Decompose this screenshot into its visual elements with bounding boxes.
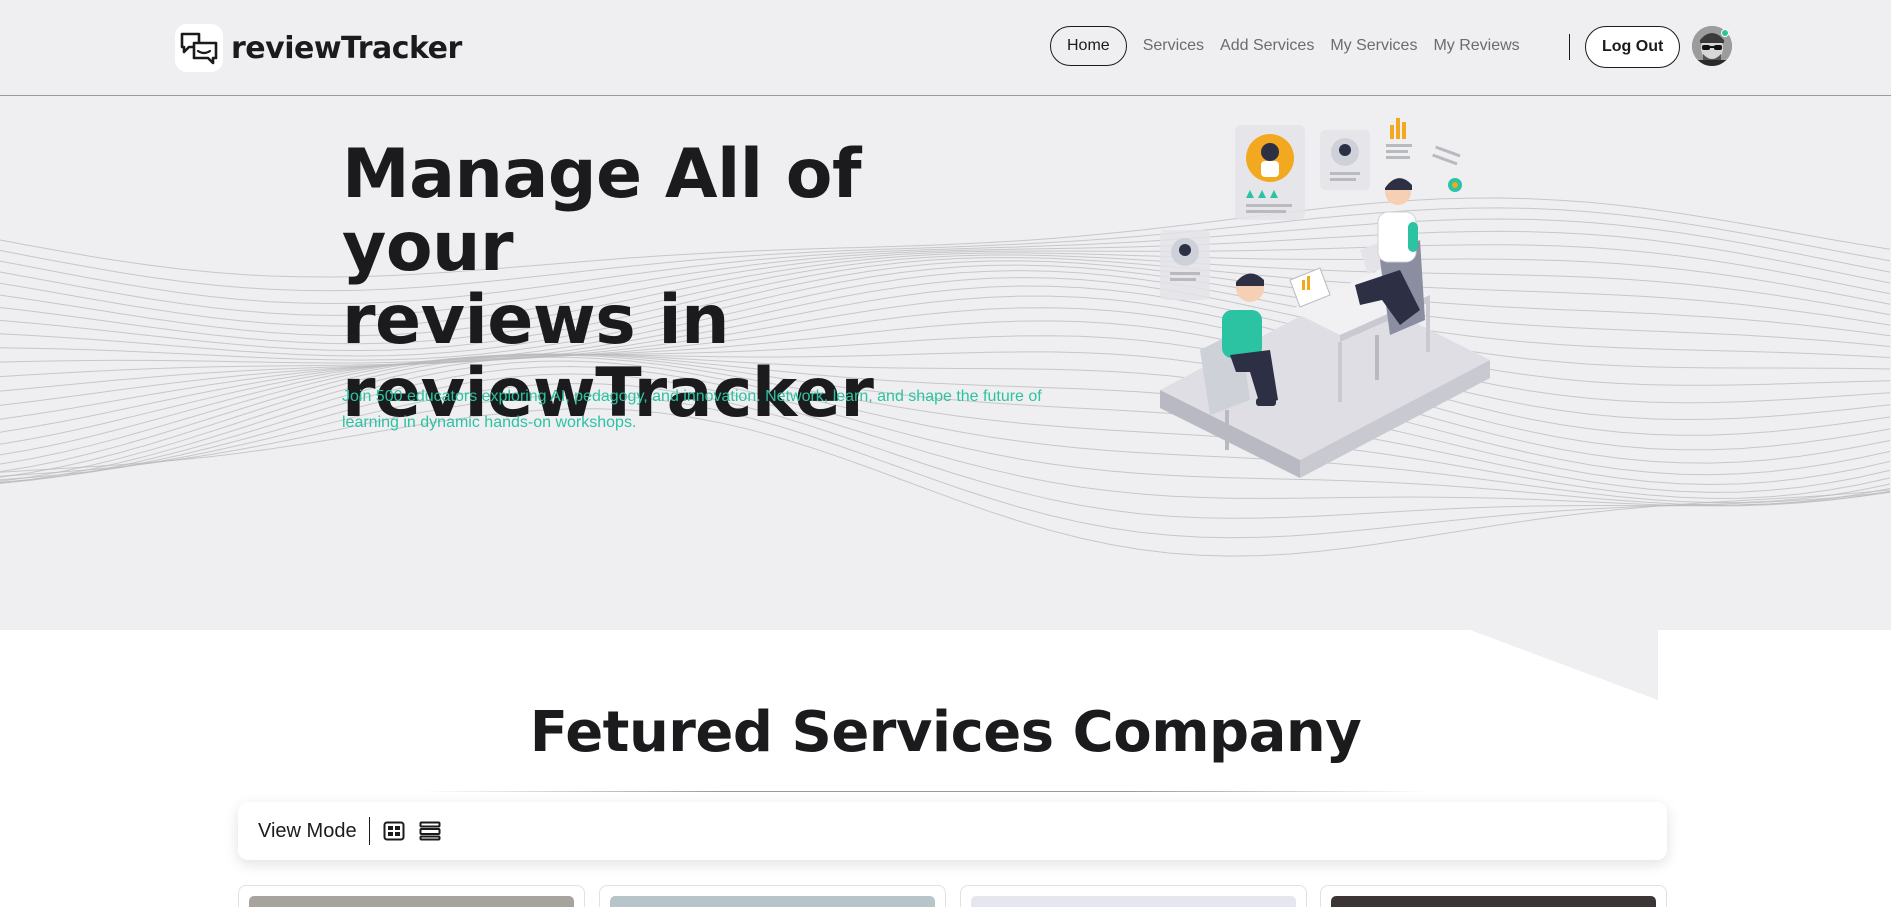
- brand-name: reviewTracker: [231, 30, 462, 66]
- service-card[interactable]: [1320, 885, 1667, 907]
- chat-bubbles-logo-icon: [175, 24, 223, 72]
- nav-links: Home Services Add Services My Services M…: [1050, 26, 1520, 66]
- view-mode-bar: View Mode: [238, 802, 1667, 860]
- service-card[interactable]: [960, 885, 1307, 907]
- nav-link-my-services[interactable]: My Services: [1330, 37, 1417, 55]
- service-card[interactable]: [238, 885, 585, 907]
- view-mode-label: View Mode: [258, 819, 357, 842]
- online-status-dot: [1721, 29, 1729, 37]
- view-mode-separator: [368, 817, 370, 845]
- brand[interactable]: reviewTracker: [175, 24, 462, 72]
- service-card-image: [971, 896, 1296, 907]
- hero-subtitle: Join 500 educators exploring AI, pedagog…: [342, 384, 1062, 436]
- log-out-button[interactable]: Log Out: [1585, 26, 1681, 68]
- hero-subtitle-line: learning in dynamic hands-on workshops.: [342, 414, 637, 431]
- section-divider: [420, 791, 1430, 792]
- nav-link-home[interactable]: Home: [1050, 26, 1127, 66]
- list-view-icon[interactable]: [416, 817, 444, 845]
- corner-decoration: [1470, 630, 1658, 700]
- nav-link-add-services[interactable]: Add Services: [1220, 37, 1314, 55]
- service-card-image: [249, 896, 574, 907]
- hero-illustration: [1160, 118, 1490, 478]
- service-card-image: [1331, 896, 1656, 907]
- section-title: Fetured Services Company: [529, 700, 1362, 765]
- top-navbar: reviewTracker Home Services Add Services…: [0, 0, 1891, 96]
- nav-link-my-reviews[interactable]: My Reviews: [1433, 37, 1519, 55]
- hero-title-line: reviews in: [342, 281, 730, 360]
- hero-subtitle-line: Join 500 educators exploring AI, pedagog…: [342, 388, 1042, 405]
- service-card-image: [610, 896, 935, 907]
- service-card[interactable]: [599, 885, 946, 907]
- nav-divider: [1569, 34, 1570, 60]
- grid-view-icon[interactable]: [380, 817, 408, 845]
- hero-title-line: Manage All of your: [342, 135, 862, 287]
- nav-link-services[interactable]: Services: [1143, 37, 1204, 55]
